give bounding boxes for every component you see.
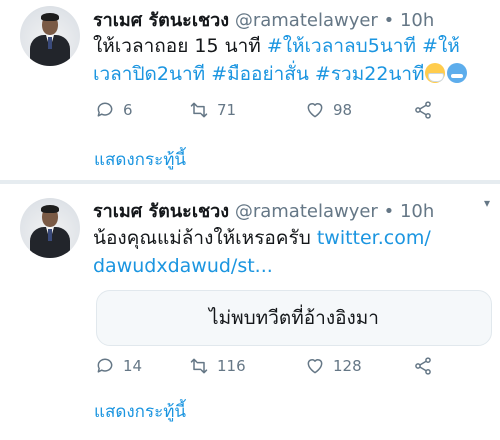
like-button[interactable]: 128 (305, 356, 362, 376)
like-button[interactable]: 98 (305, 100, 352, 120)
retweet-button[interactable]: 116 (189, 356, 246, 376)
share-button[interactable] (413, 356, 433, 376)
author-handle[interactable]: @ramatelawyer (235, 201, 378, 222)
avatar[interactable] (20, 6, 80, 66)
text-plain: น้องคุณแม่ล้างให้เหรอครับ (93, 227, 317, 249)
chevron-down-icon[interactable]: ▾ (484, 196, 490, 210)
heart-icon (307, 103, 323, 118)
face-with-medical-mask-icon (424, 63, 445, 83)
tweet-actions: 14 116 128 (95, 356, 445, 380)
tweet-text: น้องคุณแม่ล้างให้เหรอครับ twitter.com/ d… (93, 224, 493, 280)
separator-dot: • (383, 201, 395, 222)
reply-button[interactable]: 14 (95, 356, 142, 376)
hashtag-link[interactable]: #ให้ (416, 35, 460, 57)
reply-icon (97, 102, 113, 117)
tweet-text: ให้เวลาถอย 15 นาที #ให้เวลาลบ5นาที #ให้ … (93, 32, 493, 88)
hashtag-link[interactable]: #มืออย่าสั่น (211, 63, 309, 85)
separator-dot: • (383, 10, 395, 31)
share-icon (415, 101, 431, 119)
timestamp[interactable]: 10h (400, 201, 434, 222)
cold-face-icon (446, 63, 467, 83)
tweet-actions: 6 71 98 (95, 100, 445, 124)
share-button[interactable] (413, 100, 433, 120)
tweet-link[interactable]: dawudxdawud/st... (93, 255, 273, 277)
reply-icon (97, 358, 113, 373)
text-plain: ให้เวลาถอย 15 นาที (93, 35, 267, 57)
author-handle[interactable]: @ramatelawyer (235, 10, 378, 31)
avatar[interactable] (20, 198, 80, 258)
show-thread-link[interactable]: แสดงกระทู้นี้ (94, 146, 186, 173)
tweet-1[interactable]: ราเมศ รัตนะเชวง @ramatelawyer • 10h ให้เ… (0, 0, 500, 180)
hashtag-link[interactable]: #ให้เวลาลบ5นาที (267, 35, 416, 57)
reply-count: 14 (123, 357, 143, 375)
tweet-header: ราเมศ รัตนะเชวง @ramatelawyer • 10h (93, 5, 434, 34)
hashtag-link[interactable]: เวลาปิด2นาที (93, 63, 205, 85)
quoted-tweet-unavailable[interactable]: ไม่พบทวีตที่อ้างอิงมา (96, 290, 492, 346)
reply-button[interactable]: 6 (95, 100, 133, 120)
show-thread-link[interactable]: แสดงกระทู้นี้ (94, 398, 186, 425)
retweet-icon (190, 358, 208, 374)
reply-count: 6 (123, 101, 133, 119)
tweet-link[interactable]: twitter.com/ (317, 227, 431, 249)
like-count: 98 (333, 101, 353, 119)
heart-icon (307, 359, 323, 374)
retweet-icon (190, 102, 208, 118)
retweet-count: 116 (217, 357, 246, 375)
author-name[interactable]: ราเมศ รัตนะเชวง (93, 10, 229, 31)
tweet-header: ราเมศ รัตนะเชวง @ramatelawyer • 10h (93, 196, 434, 225)
share-icon (415, 357, 431, 375)
quoted-tweet-message: ไม่พบทวีตที่อ้างอิงมา (209, 307, 379, 329)
retweet-button[interactable]: 71 (189, 100, 236, 120)
like-count: 128 (333, 357, 362, 375)
author-name[interactable]: ราเมศ รัตนะเชวง (93, 201, 229, 222)
hashtag-link[interactable]: #รวม22นาที (315, 63, 425, 85)
tweet-2[interactable]: ▾ ราเมศ รัตนะเชวง @ramatelawyer • 10h น้… (0, 184, 500, 440)
retweet-count: 71 (217, 101, 237, 119)
timestamp[interactable]: 10h (400, 10, 434, 31)
